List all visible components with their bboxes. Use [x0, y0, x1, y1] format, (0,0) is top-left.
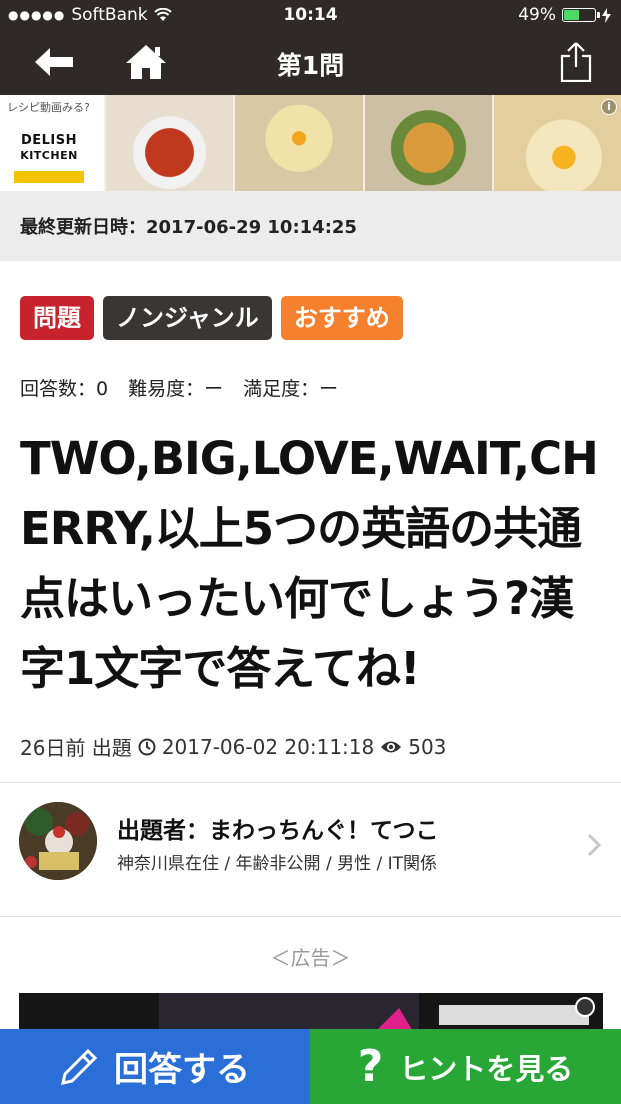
battery-icon: [562, 8, 600, 22]
ad-video-banner[interactable]: [19, 993, 603, 1033]
food-image-1: [106, 95, 234, 191]
ad-info-icon[interactable]: i: [601, 99, 617, 115]
ad-label: ＜広告＞: [270, 946, 351, 970]
brand-bar: [14, 171, 84, 183]
brand-line2: KITCHEN: [20, 149, 78, 162]
bottom-action-bar: 回答する ? ヒントを見る: [0, 1029, 621, 1104]
view-count: 503: [408, 734, 447, 759]
brand-logo: DELISH KITCHEN: [14, 125, 84, 171]
question-stats: 回答数：0 難易度：ー 満足度：ー: [20, 374, 338, 401]
tag-list: 問題 ノンジャンル おすすめ: [20, 296, 403, 340]
question-text: TWO,BIG,LOVE,WAIT,CHERRY,以上5つの英語の共通点はいった…: [20, 432, 599, 695]
food-image-3: [364, 95, 492, 191]
avatar-image: [19, 802, 97, 880]
ad-video-image: [19, 993, 603, 1033]
ad-tagline: レシピ動画みる?: [7, 101, 90, 114]
author-row[interactable]: 出題者：まわっちんぐ！てつこ 神奈川県在住 / 年齢非公開 / 男性 / IT関…: [0, 783, 621, 916]
divider: [0, 916, 621, 917]
food-image-2: [235, 95, 363, 191]
page-title: 第1問: [276, 51, 345, 80]
ad-logo: レシピ動画みる? DELISH KITCHEN: [0, 95, 104, 191]
answer-button[interactable]: 回答する: [0, 1029, 310, 1104]
author-name: 出題者：まわっちんぐ！てつこ: [117, 818, 439, 844]
charging-icon: [602, 7, 611, 23]
food-image-4: i: [493, 95, 621, 191]
tag-question[interactable]: 問題: [20, 296, 94, 340]
ad-banner[interactable]: レシピ動画みる? DELISH KITCHEN i: [0, 95, 621, 191]
author-avatar: [19, 802, 97, 880]
difficulty: 難易度：ー: [128, 378, 224, 400]
answer-count: 回答数：0: [20, 378, 109, 400]
tag-genre[interactable]: ノンジャンル: [103, 296, 272, 340]
answer-label: 回答する: [114, 1050, 250, 1090]
battery-percent: 49%: [518, 5, 556, 25]
author-info: 神奈川県在住 / 年齢非公開 / 男性 / IT関係: [117, 854, 438, 874]
nav-bar: 第1問: [0, 30, 621, 95]
clock-icon: [138, 738, 156, 755]
eye-icon: [381, 741, 402, 752]
battery-fill: [564, 10, 579, 20]
satisfaction: 満足度：ー: [243, 378, 339, 400]
share-icon: [560, 42, 592, 82]
status-right: 49%: [518, 5, 611, 25]
hint-button[interactable]: ? ヒントを見る: [310, 1029, 621, 1104]
pencil-icon: [61, 1048, 98, 1085]
question-meta: 26日前 出題 2017-06-02 20:11:18 503: [20, 732, 446, 761]
last-updated: 最終更新日時：2017-06-29 10:14:25: [0, 191, 621, 261]
tag-recommended[interactable]: おすすめ: [280, 296, 403, 340]
chevron-right-icon: [587, 833, 601, 857]
posted-datetime: 2017-06-02 20:11:18: [161, 734, 375, 759]
share-button[interactable]: [554, 42, 598, 82]
hint-label: ヒントを見る: [399, 1051, 574, 1086]
status-bar: ●●●●● SoftBank 10:14 49%: [0, 0, 621, 30]
posted-ago: 26日前 出題: [20, 736, 132, 760]
brand-line1: DELISH: [20, 133, 78, 148]
question-mark-icon: ?: [357, 1041, 384, 1092]
